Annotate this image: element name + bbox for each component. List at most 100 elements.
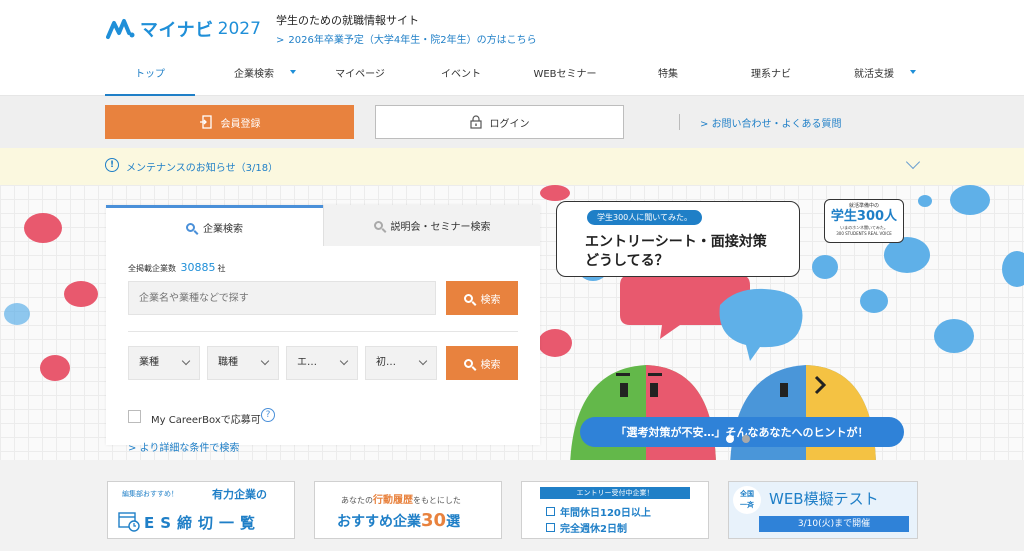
main-nav: トップ 企業検索 マイページ イベント WEBセミナー 特集 理系ナビ 就活支援 <box>0 58 1024 96</box>
carousel-dot-active[interactable] <box>726 435 734 443</box>
hero-title-card[interactable]: 学生300人に聞いてみた。 エントリーシート・面接対策 どうしてる？ <box>556 201 800 277</box>
banner1-accent: 有力企業の <box>212 488 267 501</box>
help-icon[interactable]: ? <box>261 408 275 422</box>
feature-banners: 編集部おすすめ！ 有力企業の ES締切一覧 あなたの行動履歴をもとにした おすす… <box>0 460 1024 551</box>
nav-item-job-support[interactable]: 就活支援 <box>850 58 916 96</box>
student-300-badge: 就活準備中の 学生300人 いまのホンネ聞いてみた。 300 STUDENTS … <box>824 199 904 243</box>
decor-bubble <box>1002 251 1024 287</box>
register-button[interactable]: 会員登録 <box>105 105 354 139</box>
chevron-right-icon: > <box>276 35 285 46</box>
search-tabs: 企業検索 説明会・セミナー検索 <box>106 205 540 246</box>
industry-select-value: 業種 <box>139 357 159 368</box>
nav-item-web-seminar[interactable]: WEBセミナー <box>530 58 600 96</box>
mynavi-logo[interactable]: マイナビ 2027 <box>106 16 261 42</box>
login-button[interactable]: ログイン <box>375 105 624 139</box>
industry-select[interactable]: 業種 <box>128 346 200 380</box>
login-button-label: ログイン <box>489 118 530 130</box>
banner2-num: 30 <box>421 510 447 531</box>
notice-text: メンテナンスのお知らせ（3/18） <box>126 163 279 174</box>
search-panel: 企業検索 説明会・セミナー検索 全掲載企業数 30885社 検索 業種 職種 エ… <box>106 205 540 454</box>
hero-pill: 学生300人に聞いてみた。 <box>587 210 703 225</box>
nav-item-label: 企業検索 <box>234 69 274 80</box>
decor-bubble <box>538 329 572 357</box>
keyword-search-input[interactable] <box>128 281 436 315</box>
checkbox-icon <box>546 523 555 532</box>
checkbox-icon <box>546 507 555 516</box>
graduate-2026-link-label: 2026年卒業予定（大学4年生・院2年生）の方はこちら <box>288 35 537 46</box>
job-type-select[interactable]: 職種 <box>207 346 279 380</box>
logo-mark-icon <box>106 19 135 39</box>
banner4-date: 3/10(火)まで開催 <box>759 516 909 532</box>
badge-big-text: 学生300人 <box>830 209 898 224</box>
tab-company-search[interactable]: 企業検索 <box>106 205 323 246</box>
keyword-search-button[interactable]: 検索 <box>446 281 518 315</box>
alert-icon: ! <box>105 158 119 172</box>
banner-recommended-30[interactable]: あなたの行動履歴をもとにした おすすめ企業30選 <box>314 481 502 539</box>
carousel-dot[interactable] <box>742 435 750 443</box>
search-icon <box>463 358 473 368</box>
decor-bubble <box>64 281 98 307</box>
search-icon <box>463 293 473 303</box>
area-select[interactable]: エ… <box>286 346 358 380</box>
area-select-value: エ… <box>297 357 317 368</box>
logo-text: マイナビ <box>140 20 214 41</box>
nav-item-company-search[interactable]: 企業検索 <box>230 58 296 96</box>
job-type-select-value: 職種 <box>218 357 238 368</box>
banner1-big: ES締切一覧 <box>144 514 262 532</box>
chevron-down-icon <box>260 356 270 366</box>
banner2-big-text: おすすめ企業 <box>337 514 421 530</box>
chevron-down-icon <box>181 356 191 366</box>
chevron-down-icon[interactable] <box>905 154 921 170</box>
graduate-2026-link[interactable]: >2026年卒業予定（大学4年生・院2年生）の方はこちら <box>276 31 537 46</box>
salary-select[interactable]: 初… <box>365 346 437 380</box>
faq-link[interactable]: > お問い合わせ・よくある質問 <box>700 115 842 130</box>
decor-bubble <box>540 185 570 201</box>
auth-band: 会員登録 ログイン > お問い合わせ・よくある質問 <box>0 96 1024 148</box>
decor-bubble <box>950 185 990 215</box>
divider <box>679 114 680 130</box>
banner4-title: WEB模擬テスト <box>769 490 879 508</box>
company-count-value: 30885 <box>180 261 216 274</box>
badge-en-text: 300 STUDENTS REAL VOICE <box>836 231 892 236</box>
nav-item-event[interactable]: イベント <box>436 58 486 96</box>
banner2-top: あなたの行動履歴をもとにした <box>341 491 461 506</box>
nationwide-badge-line1: 全国 <box>740 490 754 498</box>
careerbox-checkbox-label[interactable]: My CareerBoxで応募可 <box>151 411 261 426</box>
careerbox-checkbox[interactable] <box>128 410 141 423</box>
tab-seminar-search-label: 説明会・セミナー検索 <box>390 222 491 233</box>
maintenance-notice[interactable]: ! メンテナンスのお知らせ（3/18） <box>0 148 1024 185</box>
chevron-down-icon <box>339 356 349 366</box>
banner2-big: おすすめ企業30選 <box>337 510 460 531</box>
banner1-top: 編集部おすすめ！ <box>122 490 178 498</box>
site-tagline: 学生のための就職情報サイト <box>276 14 419 27</box>
nav-item-mypage[interactable]: マイページ <box>330 58 390 96</box>
banner2-suffix: 選 <box>446 514 461 530</box>
decor-bubble <box>4 303 30 325</box>
nationwide-badge: 全国 一斉 <box>733 486 761 514</box>
banner-web-mock-test[interactable]: 全国 一斉 WEB模擬テスト 3/10(火)まで開催 <box>728 481 918 539</box>
nav-item-feature[interactable]: 特集 <box>650 58 686 96</box>
hero-title-line2: どうしてる？ <box>585 253 669 269</box>
banner3-line1: 年間休日120日以上 <box>546 504 651 519</box>
search-button-label: 検索 <box>480 359 501 371</box>
company-count-label: 全掲載企業数 <box>128 264 176 273</box>
site-header: マイナビ 2027 学生のための就職情報サイト >2026年卒業予定（大学4年生… <box>0 0 1024 58</box>
calendar-clock-icon <box>118 512 140 532</box>
hero-area: 企業検索 説明会・セミナー検索 全掲載企業数 30885社 検索 業種 職種 エ… <box>0 185 1024 460</box>
banner-es-deadlines[interactable]: 編集部おすすめ！ 有力企業の ES締切一覧 <box>107 481 295 539</box>
hero-title-line1: エントリーシート・面接対策 <box>585 234 767 250</box>
search-button-label: 検索 <box>480 294 501 306</box>
tab-seminar-search[interactable]: 説明会・セミナー検索 <box>323 205 540 246</box>
nav-item-rikei-navi[interactable]: 理系ナビ <box>744 58 798 96</box>
filter-search-button[interactable]: 検索 <box>446 346 518 380</box>
nav-item-top[interactable]: トップ <box>105 58 195 96</box>
company-count-unit: 社 <box>217 264 226 273</box>
salary-select-value: 初… <box>376 357 396 368</box>
advanced-search-link[interactable]: > より詳細な条件で検索 <box>128 439 239 454</box>
banner-entry-accepting[interactable]: エントリー受付中企業！ 年間休日120日以上 完全週休2日制 <box>521 481 709 539</box>
decor-bubble <box>918 195 932 207</box>
tab-company-search-label: 企業検索 <box>203 223 243 235</box>
hero-hint-bar[interactable]: 「選考対策が不安…」そんなあなたへのヒントが！ <box>580 417 904 447</box>
banner2-top-a: あなたの <box>341 496 373 505</box>
banner3-line2: 完全週休2日制 <box>546 520 627 535</box>
